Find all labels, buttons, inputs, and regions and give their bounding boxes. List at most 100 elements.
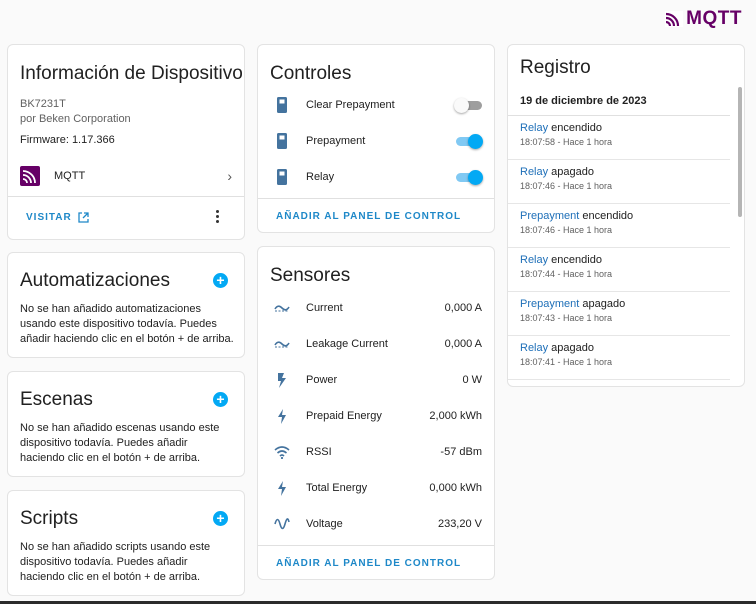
sensor-row[interactable]: Current 0,000 A: [270, 290, 482, 326]
sine-wave-icon: [270, 518, 294, 530]
sensor-row[interactable]: RSSI -57 dBm: [270, 434, 482, 470]
add-script-button[interactable]: +: [213, 511, 228, 526]
sensor-value: 2,000 kWh: [429, 410, 482, 422]
integration-row[interactable]: MQTT ›: [20, 164, 232, 188]
chevron-right-icon: ›: [227, 168, 232, 184]
clear-prepayment-toggle[interactable]: [454, 98, 482, 113]
sensor-value: 0,000 A: [444, 302, 482, 314]
controls-divider: [258, 198, 494, 199]
sensor-value: 0,000 A: [444, 338, 482, 350]
current-ac-icon: [270, 303, 294, 313]
sensor-value: 0 W: [462, 374, 482, 386]
log-entity-link[interactable]: Prepayment: [520, 210, 579, 222]
sensor-value: -57 dBm: [440, 446, 482, 458]
flash-icon: [270, 372, 294, 388]
automations-title: Automatizaciones: [20, 270, 170, 291]
log-entity-link[interactable]: Relay: [520, 254, 548, 266]
mqtt-integration-icon: [20, 166, 40, 186]
log-time: 18:07:44 - Hace 1 hora: [520, 269, 613, 279]
log-time: 18:07:46 - Hace 1 hora: [520, 225, 613, 235]
open-in-new-icon: [78, 212, 89, 223]
device-firmware: Firmware: 1.17.366: [20, 134, 115, 146]
log-entry: Relay apagado 18:07:41 - Hace 1 hora: [508, 336, 730, 380]
control-label: Clear Prepayment: [306, 99, 395, 111]
visit-label: VISITAR: [26, 212, 72, 223]
prepayment-toggle[interactable]: [454, 134, 483, 149]
sensor-row[interactable]: Prepaid Energy 2,000 kWh: [270, 398, 482, 434]
control-label: Prepayment: [306, 135, 366, 147]
log-entry: Relay encendido 18:07:44 - Hace 1 hora: [508, 248, 730, 292]
log-time: 18:07:43 - Hace 1 hora: [520, 313, 613, 323]
sensors-title: Sensores: [270, 265, 351, 286]
sensor-label: Voltage: [306, 518, 343, 530]
automations-empty-text: No se han añadido automatizaciones usand…: [20, 303, 234, 345]
scripts-card: Scripts + No se han añadido scripts usan…: [7, 490, 245, 596]
control-row[interactable]: Prepayment: [270, 123, 483, 159]
log-entity-link[interactable]: Relay: [520, 166, 548, 178]
log-action: apagado: [548, 166, 595, 178]
log-entity-link[interactable]: Relay: [520, 342, 548, 354]
sensor-row[interactable]: Power 0 W: [270, 362, 482, 398]
sensor-value: 233,20 V: [437, 518, 482, 530]
control-row[interactable]: Relay: [270, 159, 483, 195]
more-options-icon[interactable]: [216, 210, 220, 223]
log-entry: Relay encendido 18:07:58 - Hace 1 hora: [508, 116, 730, 160]
log-action: encendido: [548, 254, 602, 266]
sensor-label: Current: [306, 302, 343, 314]
log-action: encendido: [548, 122, 602, 134]
logbook-card: Registro 19 de diciembre de 2023 Relay e…: [507, 44, 745, 387]
scenes-card: Escenas + No se han añadido escenas usan…: [7, 371, 245, 477]
visit-link[interactable]: VISITAR: [26, 212, 89, 223]
switch-icon: [270, 169, 294, 185]
scenes-title: Escenas: [20, 389, 93, 410]
logbook-date: 19 de diciembre de 2023: [520, 95, 647, 107]
controls-add-to-dashboard-button[interactable]: AÑADIR AL PANEL DE CONTROL: [276, 211, 461, 222]
add-scene-button[interactable]: +: [213, 392, 228, 407]
automations-card: Automatizaciones + No se han añadido aut…: [7, 252, 245, 358]
log-action: encendido: [579, 210, 634, 222]
controls-title: Controles: [270, 63, 352, 84]
sensors-divider: [258, 545, 494, 546]
log-time: 18:07:46 - Hace 1 hora: [520, 181, 613, 191]
sensor-label: Power: [306, 374, 338, 386]
device-manufacturer: por Beken Corporation: [20, 113, 131, 125]
lightning-icon: [270, 408, 294, 424]
brand-name: MQTT: [686, 8, 742, 29]
add-automation-button[interactable]: +: [213, 273, 228, 288]
sensors-card: Sensores Current 0,000 A Leakage Current…: [257, 246, 495, 580]
sensor-row[interactable]: Voltage 233,20 V: [270, 506, 482, 542]
scripts-title: Scripts: [20, 508, 79, 529]
log-entity-link[interactable]: Prepayment: [520, 298, 579, 310]
device-info-card: Información de Dispositivo BK7231T por B…: [7, 44, 245, 240]
sensor-row[interactable]: Leakage Current 0,000 A: [270, 326, 482, 362]
sensor-row[interactable]: Total Energy 0,000 kWh: [270, 470, 482, 506]
log-entry: Prepayment apagado 18:07:43 - Hace 1 hor…: [508, 292, 730, 336]
scripts-empty-text: No se han añadido scripts usando este di…: [20, 541, 211, 583]
logbook-scrollbar[interactable]: [738, 87, 742, 217]
log-entry: Prepayment encendido 18:07:46 - Hace 1 h…: [508, 204, 730, 248]
logbook-title: Registro: [520, 57, 591, 78]
log-time: 18:07:41 - Hace 1 hora: [520, 357, 613, 367]
device-info-title: Información de Dispositivo: [20, 63, 243, 84]
sensor-value: 0,000 kWh: [429, 482, 482, 494]
log-entry: Relay apagado 18:07:46 - Hace 1 hora: [508, 160, 730, 204]
mqtt-logo: MQTT: [665, 8, 742, 30]
mqtt-logo-icon: [665, 11, 684, 27]
sensors-add-to-dashboard-button[interactable]: AÑADIR AL PANEL DE CONTROL: [276, 558, 461, 569]
log-time: 18:07:58 - Hace 1 hora: [520, 137, 613, 147]
relay-toggle[interactable]: [454, 170, 483, 185]
control-row[interactable]: Clear Prepayment: [270, 87, 482, 123]
sensor-label: RSSI: [306, 446, 332, 458]
switch-icon: [270, 97, 294, 113]
device-card-divider: [8, 196, 244, 197]
wifi-icon: [270, 445, 294, 459]
sensor-label: Leakage Current: [306, 338, 388, 350]
control-label: Relay: [306, 171, 335, 183]
integration-label: MQTT: [54, 170, 86, 182]
switch-icon: [270, 133, 294, 149]
log-action: apagado: [579, 298, 626, 310]
device-model: BK7231T: [20, 98, 66, 110]
log-entity-link[interactable]: Relay: [520, 122, 548, 134]
controls-card: Controles Clear Prepayment Prepayment Re…: [257, 44, 495, 233]
sensor-label: Prepaid Energy: [306, 410, 382, 422]
